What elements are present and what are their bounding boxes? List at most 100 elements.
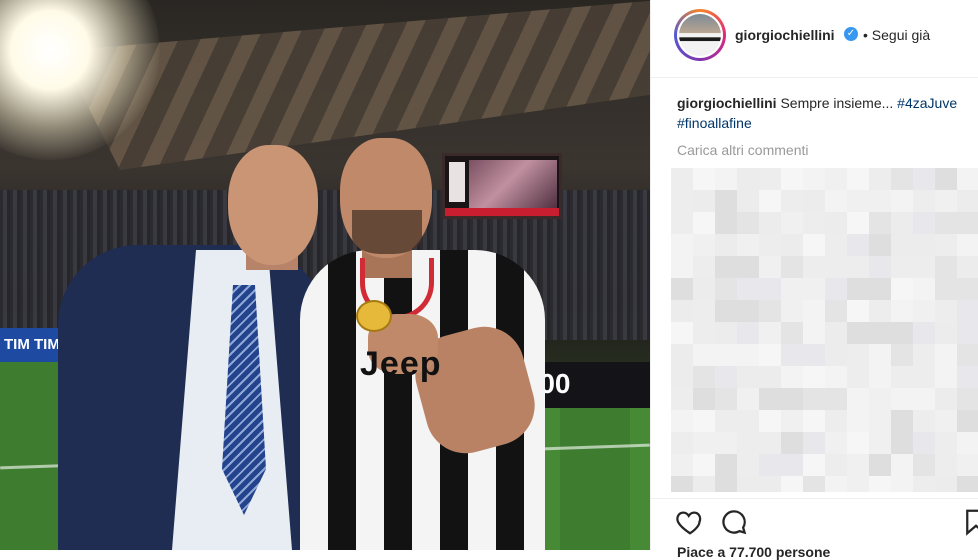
- blur-cell: [737, 344, 759, 366]
- blur-cell: [825, 168, 847, 190]
- blur-cell: [693, 366, 715, 388]
- blur-cell: [957, 432, 978, 454]
- blur-cell: [781, 344, 803, 366]
- blur-cell: [913, 344, 935, 366]
- blur-cell: [847, 344, 869, 366]
- blur-cell: [671, 454, 693, 476]
- blur-cell: [715, 344, 737, 366]
- avatar[interactable]: [674, 9, 726, 61]
- blur-cell: [869, 410, 891, 432]
- blur-cell: [737, 322, 759, 344]
- blur-cell: [957, 476, 978, 492]
- blur-cell: [847, 432, 869, 454]
- blur-cell: [825, 476, 847, 492]
- blur-cell: [737, 388, 759, 410]
- blur-cell: [825, 278, 847, 300]
- blur-cell: [803, 256, 825, 278]
- blur-cell: [891, 432, 913, 454]
- blur-cell: [781, 388, 803, 410]
- blur-cell: [891, 344, 913, 366]
- blur-cell: [693, 168, 715, 190]
- blur-cell: [913, 212, 935, 234]
- blur-cell: [869, 234, 891, 256]
- blur-cell: [825, 300, 847, 322]
- blur-cell: [671, 234, 693, 256]
- blur-cell: [869, 388, 891, 410]
- blur-cell: [891, 278, 913, 300]
- blur-cell: [913, 234, 935, 256]
- blur-cell: [803, 322, 825, 344]
- blur-cell: [891, 234, 913, 256]
- follow-status[interactable]: • Segui già: [863, 27, 930, 43]
- post-photo[interactable]: TIM TIM CUP :00 Jeep: [0, 0, 650, 550]
- blur-cell: [803, 432, 825, 454]
- blur-cell: [935, 212, 957, 234]
- blur-cell: [869, 322, 891, 344]
- blur-cell: [891, 190, 913, 212]
- blur-cell: [693, 344, 715, 366]
- blur-cell: [737, 168, 759, 190]
- blur-cell: [913, 476, 935, 492]
- blur-cell: [847, 256, 869, 278]
- blur-cell: [825, 256, 847, 278]
- blur-cell: [803, 344, 825, 366]
- blur-cell: [781, 322, 803, 344]
- load-more-comments[interactable]: Carica altri commenti: [677, 142, 808, 158]
- blur-cell: [781, 300, 803, 322]
- blur-cell: [671, 256, 693, 278]
- blur-cell: [759, 410, 781, 432]
- blur-cell: [825, 234, 847, 256]
- blur-cell: [891, 410, 913, 432]
- blur-cell: [869, 366, 891, 388]
- blur-cell: [847, 300, 869, 322]
- comment-icon[interactable]: [719, 507, 749, 537]
- hashtag-link[interactable]: #finoallafine: [677, 115, 752, 131]
- blur-cell: [671, 278, 693, 300]
- blur-cell: [847, 454, 869, 476]
- blur-cell: [715, 366, 737, 388]
- blur-cell: [693, 300, 715, 322]
- blur-cell: [935, 168, 957, 190]
- blur-cell: [781, 212, 803, 234]
- blur-cell: [957, 322, 978, 344]
- blur-cell: [737, 432, 759, 454]
- blur-cell: [803, 410, 825, 432]
- blur-cell: [869, 432, 891, 454]
- blur-cell: [935, 476, 957, 492]
- caption-username-link[interactable]: giorgiochiellini: [677, 95, 777, 111]
- blur-cell: [693, 432, 715, 454]
- blur-cell: [957, 300, 978, 322]
- username-link[interactable]: giorgiochiellini: [735, 27, 835, 43]
- blur-cell: [715, 278, 737, 300]
- blur-cell: [693, 234, 715, 256]
- blur-cell: [759, 300, 781, 322]
- blur-cell: [693, 256, 715, 278]
- blur-cell: [759, 234, 781, 256]
- blur-cell: [759, 168, 781, 190]
- hashtag-link[interactable]: #4zaJuve: [897, 95, 957, 111]
- blur-cell: [671, 190, 693, 212]
- bookmark-icon[interactable]: [961, 507, 978, 537]
- blur-cell: [891, 212, 913, 234]
- blur-cell: [803, 234, 825, 256]
- blur-cell: [715, 190, 737, 212]
- blur-cell: [671, 300, 693, 322]
- heart-icon[interactable]: [675, 507, 705, 537]
- blur-cell: [957, 278, 978, 300]
- blur-cell: [715, 234, 737, 256]
- blur-cell: [869, 476, 891, 492]
- blur-cell: [935, 190, 957, 212]
- blur-cell: [847, 410, 869, 432]
- verified-badge-icon: ✓: [844, 27, 858, 41]
- blur-cell: [781, 278, 803, 300]
- blur-cell: [803, 212, 825, 234]
- blur-cell: [693, 410, 715, 432]
- blur-cell: [693, 454, 715, 476]
- blur-cell: [847, 168, 869, 190]
- blur-cell: [737, 234, 759, 256]
- blur-cell: [891, 388, 913, 410]
- blur-cell: [869, 278, 891, 300]
- blur-cell: [935, 322, 957, 344]
- likes-count[interactable]: Piace a 77.700 persone: [677, 544, 830, 560]
- blur-cell: [957, 454, 978, 476]
